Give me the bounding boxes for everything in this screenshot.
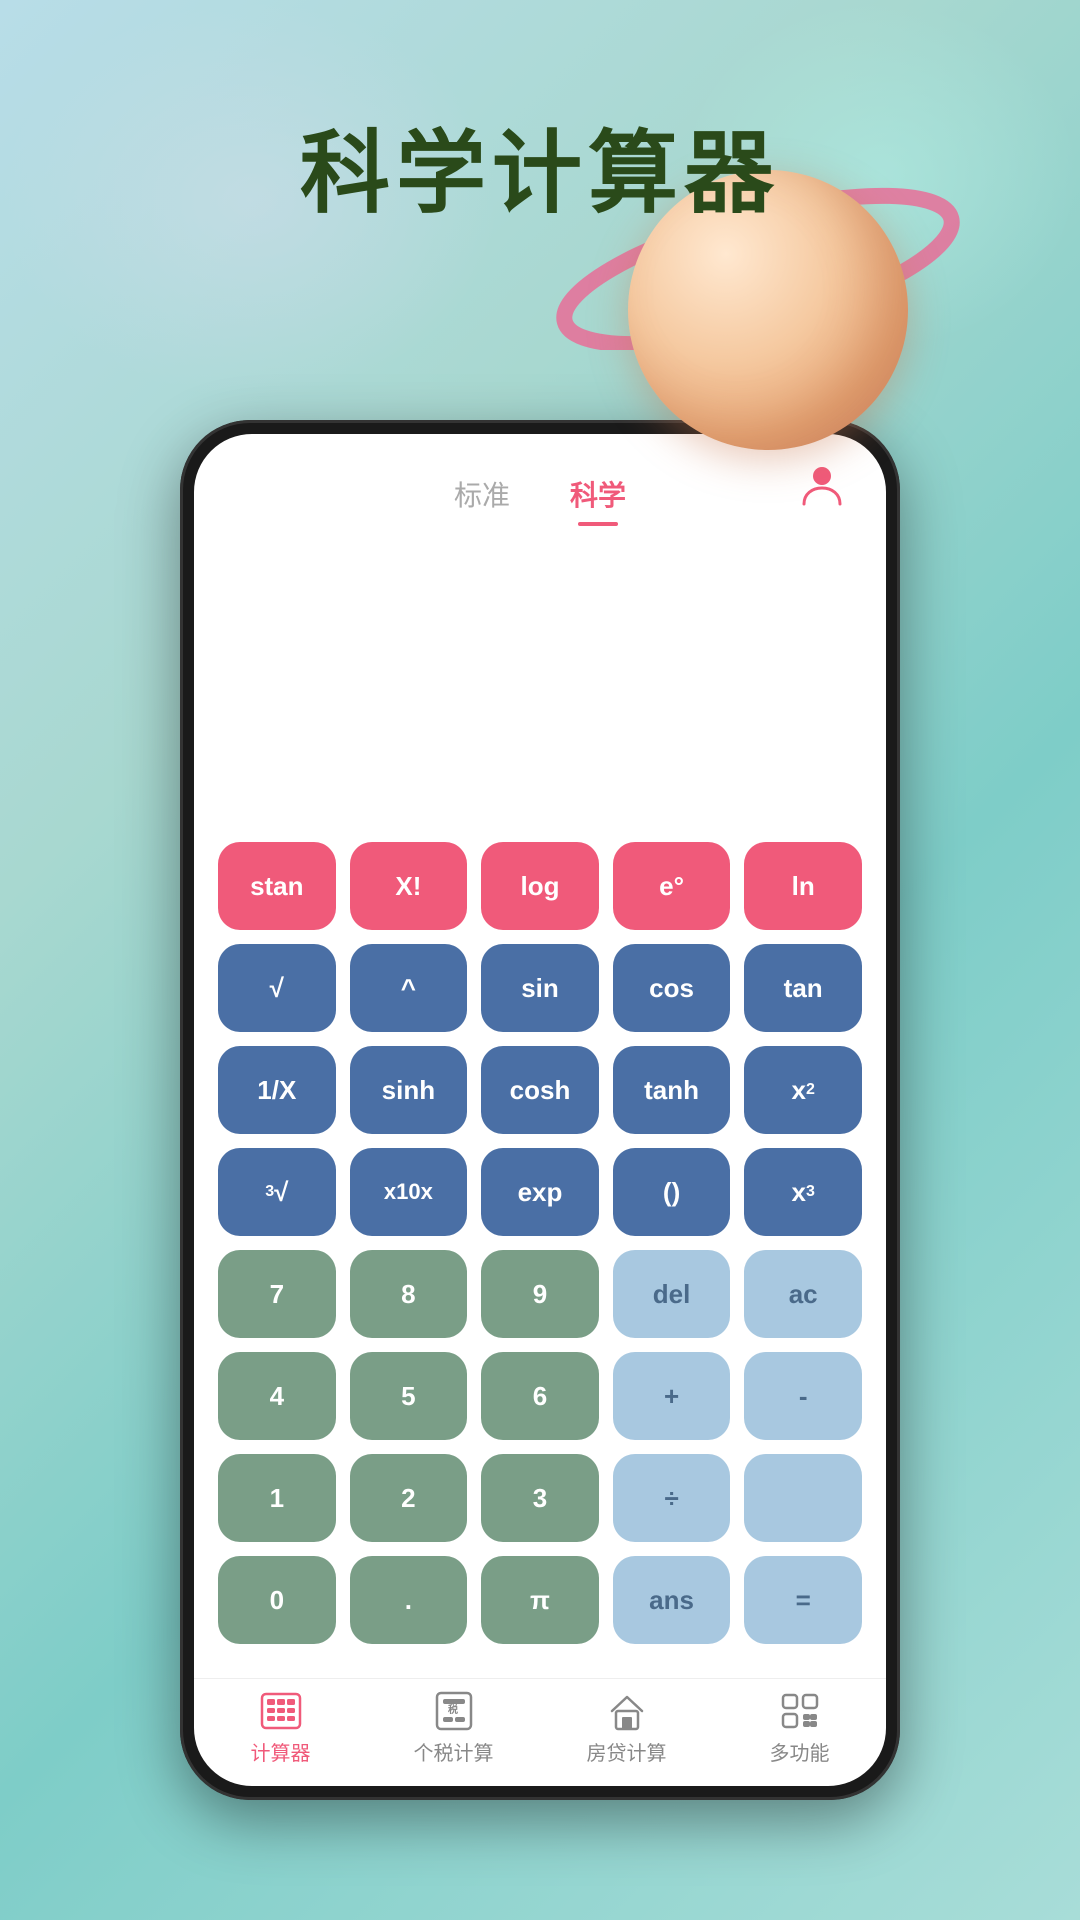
btn-row-7: 1 2 3 ÷ <box>218 1454 862 1542</box>
factorial-btn[interactable]: X! <box>350 842 468 930</box>
multifunc-nav[interactable]: 多功能 <box>713 1691 886 1766</box>
pi-btn[interactable]: π <box>481 1556 599 1644</box>
cbrt-btn[interactable]: 3√ <box>218 1148 336 1236</box>
zero-btn[interactable]: 0 <box>218 1556 336 1644</box>
eight-btn[interactable]: 8 <box>350 1250 468 1338</box>
btn-row-1: stan X! log e° ln <box>218 842 862 930</box>
btn-row-2: √ ^ sin cos tan <box>218 944 862 1032</box>
btn-row-8: 0 . π ans = <box>218 1556 862 1644</box>
minus-btn[interactable]: - <box>744 1352 862 1440</box>
stan-btn[interactable]: stan <box>218 842 336 930</box>
tax-nav-label: 个税计算 <box>414 1737 494 1766</box>
btn-row-6: 4 5 6 + - <box>218 1352 862 1440</box>
tax-nav-icon: 税 <box>430 1691 478 1731</box>
calculator-area: stan X! log e° ln √ ^ sin cos tan 1/X <box>194 832 886 1678</box>
two-btn[interactable]: 2 <box>350 1454 468 1542</box>
power-btn[interactable]: ^ <box>350 944 468 1032</box>
sqrt-btn[interactable]: √ <box>218 944 336 1032</box>
mortgage-nav-icon <box>603 1691 651 1731</box>
dot-btn[interactable]: . <box>350 1556 468 1644</box>
e-degree-btn[interactable]: e° <box>613 842 731 930</box>
one-btn[interactable]: 1 <box>218 1454 336 1542</box>
tan-btn[interactable]: tan <box>744 944 862 1032</box>
mortgage-nav-label: 房贷计算 <box>587 1737 667 1766</box>
ans-btn[interactable]: ans <box>613 1556 731 1644</box>
cos-btn[interactable]: cos <box>613 944 731 1032</box>
paren-btn[interactable]: () <box>613 1148 731 1236</box>
del-btn[interactable]: del <box>613 1250 731 1338</box>
calc-nav[interactable]: 计算器 <box>194 1691 367 1766</box>
btn-row-4: 3√ x10x exp () x3 <box>218 1148 862 1236</box>
btn-row-5: 7 8 9 del ac <box>218 1250 862 1338</box>
tax-nav[interactable]: 税 个税计算 <box>367 1691 540 1766</box>
phone-screen: 标准 科学 stan X! log <box>194 434 886 1786</box>
reciprocal-btn[interactable]: 1/X <box>218 1046 336 1134</box>
x10x-btn[interactable]: x10x <box>350 1148 468 1236</box>
nine-btn[interactable]: 9 <box>481 1250 599 1338</box>
mortgage-nav[interactable]: 房贷计算 <box>540 1691 713 1766</box>
svg-text:税: 税 <box>448 1703 458 1716</box>
sin-btn[interactable]: sin <box>481 944 599 1032</box>
tanh-btn[interactable]: tanh <box>613 1046 731 1134</box>
display-area <box>194 532 886 832</box>
multifunc-nav-label: 多功能 <box>770 1737 830 1766</box>
equals-btn[interactable]: = <box>744 1556 862 1644</box>
app-title: 科学计算器 <box>0 100 1080 230</box>
plus-btn[interactable]: + <box>613 1352 731 1440</box>
calc-nav-label: 计算器 <box>251 1737 311 1766</box>
seven-btn[interactable]: 7 <box>218 1250 336 1338</box>
six-btn[interactable]: 6 <box>481 1352 599 1440</box>
btn-row-3: 1/X sinh cosh tanh x2 <box>218 1046 862 1134</box>
exp-btn[interactable]: exp <box>481 1148 599 1236</box>
calc-nav-icon <box>257 1691 305 1731</box>
phone-frame: 标准 科学 stan X! log <box>180 420 900 1800</box>
multiply-btn[interactable] <box>744 1454 862 1542</box>
cube-btn[interactable]: x3 <box>744 1148 862 1236</box>
square-btn[interactable]: x2 <box>744 1046 862 1134</box>
multifunc-nav-icon <box>776 1691 824 1731</box>
divide-btn[interactable]: ÷ <box>613 1454 731 1542</box>
cosh-btn[interactable]: cosh <box>481 1046 599 1134</box>
four-btn[interactable]: 4 <box>218 1352 336 1440</box>
five-btn[interactable]: 5 <box>350 1352 468 1440</box>
three-btn[interactable]: 3 <box>481 1454 599 1542</box>
sinh-btn[interactable]: sinh <box>350 1046 468 1134</box>
tab-standard[interactable]: 标准 <box>424 466 540 522</box>
bottom-nav: 计算器 税 个税计算 <box>194 1678 886 1786</box>
ac-btn[interactable]: ac <box>744 1250 862 1338</box>
log-btn[interactable]: log <box>481 842 599 930</box>
ln-btn[interactable]: ln <box>744 842 862 930</box>
